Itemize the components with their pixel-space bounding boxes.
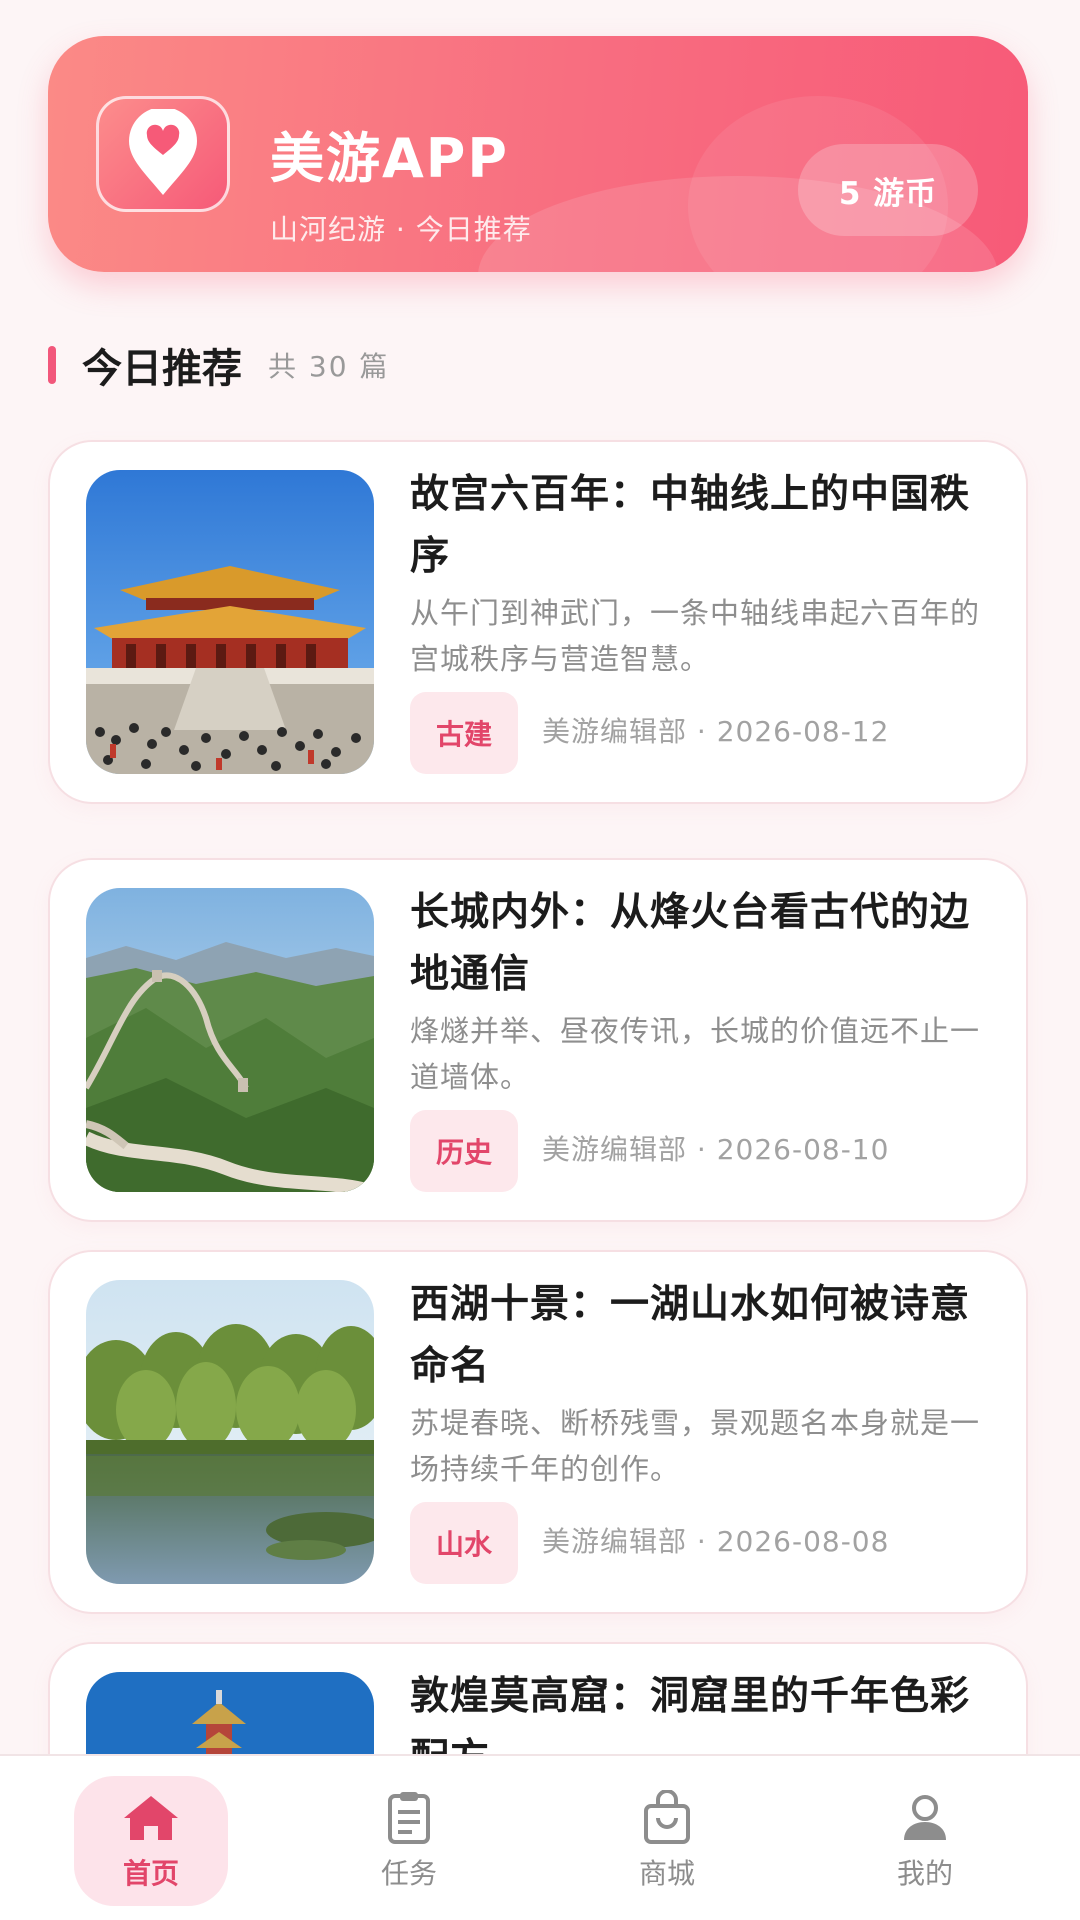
article-meta: 美游编辑部 · 2026-08-12 xyxy=(542,715,890,748)
category-tag[interactable]: 古建 xyxy=(410,692,518,774)
article-title[interactable]: 长城内外：从烽火台看古代的边地通信 xyxy=(410,882,1000,1006)
article-title[interactable]: 故宫六百年：中轴线上的中国秩序 xyxy=(410,464,1000,588)
nav-label: 任务 xyxy=(380,1857,437,1890)
coin-balance-badge[interactable]: 5 游币 xyxy=(798,144,978,236)
article-title[interactable]: 西湖十景：一湖山水如何被诗意命名 xyxy=(410,1274,1000,1398)
nav-label: 我的 xyxy=(896,1857,953,1890)
bottom-navigation: 首页 任务 商城 我的 xyxy=(0,1754,1080,1920)
app-title: 美游APP xyxy=(270,127,509,190)
section-title: 今日推荐 xyxy=(82,346,242,392)
section-accent-bar xyxy=(48,346,56,384)
category-tag[interactable]: 历史 xyxy=(410,1110,518,1192)
app-logo xyxy=(96,96,230,212)
nav-label: 首页 xyxy=(122,1857,179,1890)
shopping-bag-icon xyxy=(644,1790,690,1844)
home-icon xyxy=(124,1796,178,1840)
article-meta: 美游编辑部 · 2026-08-10 xyxy=(542,1133,890,1166)
category-tag[interactable]: 山水 xyxy=(410,1502,518,1584)
clipboard-icon xyxy=(388,1792,430,1844)
section-header: 今日推荐 共 30 篇 xyxy=(48,335,389,395)
heart-pin-icon xyxy=(129,109,197,195)
nav-shop[interactable]: 商城 xyxy=(590,1776,744,1906)
forbidden-city-photo xyxy=(86,470,374,774)
article-description: 苏堤春晓、断桥残雪，景观题名本身就是一场持续千年的创作。 xyxy=(410,1406,981,1486)
article-description: 从午门到神武门，一条中轴线串起六百年的宫城秩序与营造智慧。 xyxy=(410,596,981,676)
article-meta: 美游编辑部 · 2026-08-08 xyxy=(542,1525,890,1558)
article-card[interactable]: 西湖十景：一湖山水如何被诗意命名 苏堤春晓、断桥残雪，景观题名本身就是一场持续千… xyxy=(48,1250,1028,1614)
article-card[interactable]: 长城内外：从烽火台看古代的边地通信 烽燧并举、昼夜传讯，长城的价值远不止一道墙体… xyxy=(48,858,1028,1222)
user-icon xyxy=(904,1795,946,1840)
article-count: 共 30 篇 xyxy=(268,350,390,383)
article-description: 烽燧并举、昼夜传讯，长城的价值远不止一道墙体。 xyxy=(410,1014,981,1094)
header-banner: 美游APP 山河纪游 · 今日推荐 5 游币 xyxy=(48,36,1028,272)
great-wall-photo xyxy=(86,888,374,1192)
nav-tasks[interactable]: 任务 xyxy=(332,1776,486,1906)
nav-home[interactable]: 首页 xyxy=(74,1776,228,1906)
app-subtitle: 山河纪游 · 今日推荐 xyxy=(270,213,532,246)
nav-profile[interactable]: 我的 xyxy=(848,1776,1002,1906)
article-card[interactable]: 故宫六百年：中轴线上的中国秩序 从午门到神武门，一条中轴线串起六百年的宫城秩序与… xyxy=(48,440,1028,804)
west-lake-photo xyxy=(86,1280,374,1584)
nav-label: 商城 xyxy=(638,1857,695,1890)
